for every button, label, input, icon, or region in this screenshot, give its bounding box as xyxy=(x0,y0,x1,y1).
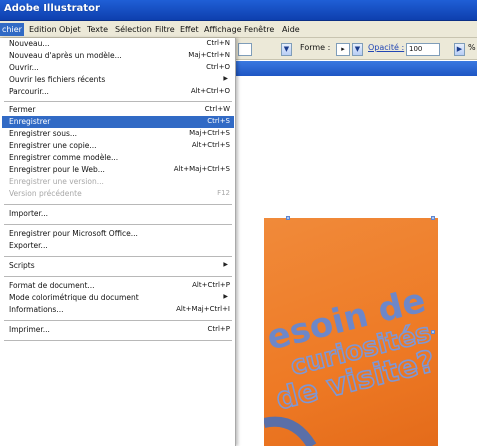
menu-item-ouvrir-recents[interactable]: Ouvrir les fichiers récents ▶ xyxy=(2,74,234,86)
style-field[interactable] xyxy=(238,43,252,56)
menu-item-enregistrer[interactable]: Enregistrer Ctrl+S xyxy=(2,116,234,128)
menu-separator xyxy=(4,256,232,257)
opacity-percent: % xyxy=(468,43,476,52)
chevron-down-icon: ▼ xyxy=(283,45,290,53)
file-menu-dropdown: Nouveau... Ctrl+N Nouveau d'après un mod… xyxy=(0,38,236,446)
opacity-input[interactable]: 100 xyxy=(406,43,440,56)
menu-item-fermer[interactable]: Fermer Ctrl+W xyxy=(2,104,234,116)
style-dropdown-button[interactable]: ▼ xyxy=(281,43,292,56)
selection-handle[interactable] xyxy=(431,330,435,334)
menu-item-enregistrer-copie[interactable]: Enregistrer une copie... Alt+Ctrl+S xyxy=(2,140,234,152)
submenu-arrow-icon: ▶ xyxy=(223,75,228,82)
submenu-arrow-icon: ▶ xyxy=(223,261,228,268)
forme-dropdown-button[interactable]: ▼ xyxy=(352,43,363,56)
menu-item-ouvrir[interactable]: Ouvrir... Ctrl+O xyxy=(2,62,234,74)
menu-separator xyxy=(4,320,232,321)
menu-bar: chier Edition Objet Texte Sélection Filt… xyxy=(0,21,477,38)
menu-item-format-document[interactable]: Format de document... Alt+Ctrl+P xyxy=(2,280,234,292)
menu-fichier[interactable]: chier xyxy=(0,23,24,36)
chevron-right-icon: ▶ xyxy=(456,45,463,53)
menu-fenetre[interactable]: Fenêtre xyxy=(242,23,276,36)
menu-separator xyxy=(4,224,232,225)
menu-item-scripts[interactable]: Scripts ▶ xyxy=(2,260,234,272)
menu-item-enregistrer-version: Enregistrer une version... xyxy=(9,177,104,186)
menu-item-informations[interactable]: Informations... Alt+Maj+Ctrl+I xyxy=(2,304,234,316)
artboard-artwork[interactable]: esoin de curiosités de visite? xyxy=(262,218,439,446)
menu-objet[interactable]: Objet xyxy=(57,23,83,36)
artwork-swoosh xyxy=(262,416,317,446)
menu-separator xyxy=(4,276,232,277)
chevron-down-icon: ▼ xyxy=(354,45,361,53)
menu-aide[interactable]: Aide xyxy=(280,23,302,36)
menu-item-nouveau[interactable]: Nouveau... Ctrl+N xyxy=(2,38,234,50)
menu-effet[interactable]: Effet xyxy=(178,23,201,36)
submenu-arrow-icon: ▶ xyxy=(223,293,228,300)
menu-item-enregistrer-sous[interactable]: Enregistrer sous... Maj+Ctrl+S xyxy=(2,128,234,140)
opacity-value: 100 xyxy=(409,45,423,53)
caret-right-icon: ▸ xyxy=(341,45,345,53)
menu-texte[interactable]: Texte xyxy=(85,23,110,36)
menu-item-nouveau-modele[interactable]: Nouveau d'après un modèle... Maj+Ctrl+N xyxy=(2,50,234,62)
selection-handle[interactable] xyxy=(431,216,435,220)
menu-item-version-precedente: Version précédente F12 xyxy=(9,189,230,198)
menu-item-importer[interactable]: Importer... xyxy=(2,208,234,220)
forme-field[interactable]: ▸ xyxy=(336,43,350,56)
title-bar: Adobe Illustrator xyxy=(0,0,477,21)
forme-label: Forme : xyxy=(300,43,331,52)
selection-handle[interactable] xyxy=(286,216,290,220)
document-tab-bar xyxy=(236,61,477,76)
menu-item-enregistrer-modele[interactable]: Enregistrer comme modèle... xyxy=(2,152,234,164)
menu-selection[interactable]: Sélection xyxy=(113,23,154,36)
menu-item-parcourir[interactable]: Parcourir... Alt+Ctrl+O xyxy=(2,86,234,98)
menu-separator xyxy=(4,204,232,205)
menu-edition[interactable]: Edition xyxy=(27,23,59,36)
menu-item-enregistrer-office[interactable]: Enregistrer pour Microsoft Office... xyxy=(2,228,234,240)
opacity-label[interactable]: Opacité : xyxy=(368,43,404,52)
menu-affichage[interactable]: Affichage xyxy=(202,23,244,36)
menu-item-enregistrer-web[interactable]: Enregistrer pour le Web... Alt+Maj+Ctrl+… xyxy=(2,164,234,176)
menu-item-exporter[interactable]: Exporter... xyxy=(2,240,234,252)
menu-filtre[interactable]: Filtre xyxy=(153,23,177,36)
menu-separator xyxy=(4,101,232,102)
menu-item-mode-colorimetrique[interactable]: Mode colorimétrique du document ▶ xyxy=(2,292,234,304)
window-title: Adobe Illustrator xyxy=(4,3,100,14)
menu-separator xyxy=(4,340,232,341)
control-toolbar: ▼ Forme : ▸ ▼ Opacité : 100 ▶ % xyxy=(236,38,477,60)
menu-item-imprimer[interactable]: Imprimer... Ctrl+P xyxy=(2,324,234,336)
artwork-text-graphic: esoin de curiosités de visite? xyxy=(262,281,439,446)
opacity-slider-button[interactable]: ▶ xyxy=(454,43,465,56)
